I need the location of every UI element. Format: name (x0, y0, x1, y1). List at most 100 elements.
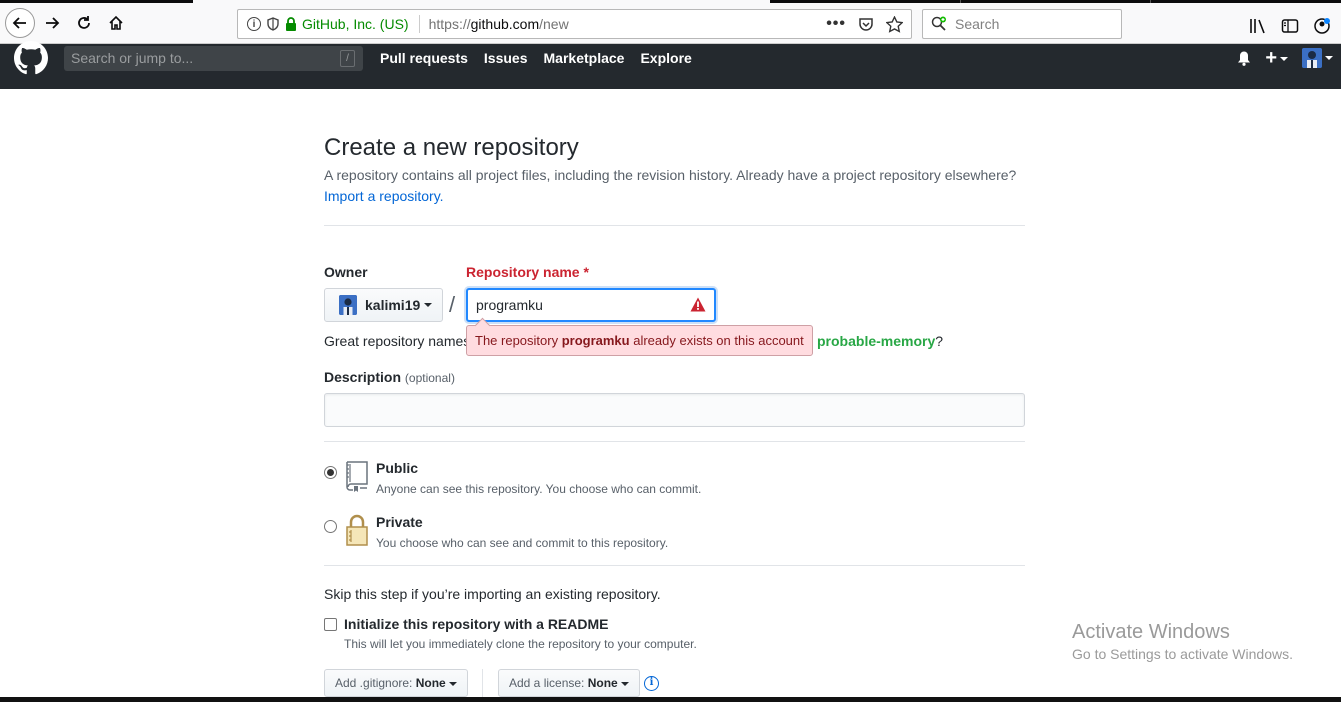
reload-icon (78, 16, 90, 29)
url-divider (418, 15, 420, 33)
avatar (339, 295, 357, 315)
owner-repo-separator: / (449, 292, 456, 317)
select-divider (482, 669, 483, 697)
home-button[interactable] (102, 9, 130, 37)
activate-windows-watermark: Activate Windows Go to Settings to activ… (1072, 621, 1293, 662)
lock-icon (346, 514, 368, 546)
license-prefix: Add a license: (509, 676, 588, 690)
watermark-title: Activate Windows (1072, 621, 1230, 643)
home-icon (109, 15, 123, 30)
description-label: Description (optional) (324, 369, 455, 385)
readme-description: This will let you immediately clone the … (344, 637, 697, 651)
repository-name-suggestion[interactable]: probable-memory? (817, 333, 943, 349)
plus-icon: + (1265, 47, 1277, 69)
bookmark-star-icon[interactable] (886, 15, 903, 33)
github-header: Search or jump to... / Pull requests Iss… (0, 41, 1341, 89)
pocket-icon[interactable] (858, 16, 874, 32)
url-actions: ••• (826, 10, 903, 38)
avatar (1302, 48, 1322, 68)
more-actions-icon[interactable]: ••• (826, 15, 846, 33)
license-value: None (587, 676, 618, 690)
description-input[interactable] (324, 393, 1025, 427)
owner-name: kalimi19 (365, 297, 421, 313)
github-search-input[interactable]: Search or jump to... / (64, 46, 363, 71)
license-select[interactable]: Add a license: None (498, 669, 640, 697)
search-engine-icon (931, 16, 946, 31)
site-identity[interactable]: GitHub, Inc. (US) (302, 16, 409, 32)
owner-label: Owner (324, 264, 368, 280)
github-header-right: + (1237, 48, 1333, 68)
gitignore-select[interactable]: Add .gitignore: None (324, 669, 468, 697)
shield-icon[interactable] (267, 17, 279, 31)
public-title[interactable]: Public (376, 460, 418, 476)
description-label-text: Description (324, 369, 402, 385)
toolbar-right-icons (1249, 17, 1331, 35)
reload-button[interactable] (70, 9, 98, 37)
page-title: Create a new repository (324, 134, 579, 161)
nav-issues[interactable]: Issues (484, 50, 528, 66)
readme-checkbox[interactable] (324, 618, 337, 631)
gitignore-value: None (415, 676, 446, 690)
alert-icon (690, 297, 706, 312)
search-shortcut-hint: / (340, 50, 355, 67)
repository-name-input[interactable]: programku (466, 288, 716, 322)
optional-hint: (optional) (404, 371, 455, 385)
import-repository-link[interactable]: Import a repository. (324, 188, 444, 204)
private-title[interactable]: Private (376, 514, 423, 530)
error-prefix: The repository (475, 333, 562, 348)
bell-icon[interactable] (1237, 50, 1251, 66)
repo-icon (346, 461, 368, 492)
page-subhead: A repository contains all project files,… (324, 167, 1017, 183)
chevron-down-icon (448, 681, 457, 686)
browser-toolbar: i GitHub, Inc. (US) https://github.com/n… (0, 3, 1341, 44)
private-description: You choose who can see and commit to thi… (376, 536, 669, 550)
gitignore-prefix: Add .gitignore: (335, 676, 416, 690)
private-radio[interactable] (324, 520, 337, 533)
lock-icon[interactable] (285, 17, 297, 31)
error-suffix: already exists on this account (629, 333, 804, 348)
divider (324, 441, 1025, 442)
suggestion-suffix: ? (935, 333, 944, 349)
public-radio[interactable] (324, 466, 337, 479)
nav-marketplace[interactable]: Marketplace (544, 50, 625, 66)
nav-pull-requests[interactable]: Pull requests (380, 50, 468, 66)
url-protocol: https:// (428, 16, 471, 32)
chevron-down-icon (1280, 56, 1288, 61)
repository-name-hint: Great repository names (324, 333, 471, 349)
readme-label[interactable]: Initialize this repository with a README (344, 616, 608, 632)
info-icon[interactable]: i (247, 17, 261, 31)
info-icon[interactable]: i (644, 676, 659, 691)
skip-step-text: Skip this step if you’re importing an ex… (324, 586, 661, 602)
chevron-down-icon (1325, 56, 1333, 60)
repository-exists-error: The repository programku already exists … (466, 325, 813, 356)
back-button[interactable] (5, 8, 35, 38)
url-bar[interactable]: i GitHub, Inc. (US) https://github.com/n… (237, 9, 912, 39)
divider (324, 565, 1025, 566)
owner-select[interactable]: kalimi19 (324, 288, 443, 322)
github-search-placeholder: Search or jump to... (71, 50, 194, 66)
taskbar-edge (0, 697, 1341, 702)
url-path: /new (539, 16, 569, 32)
repository-name-value: programku (476, 297, 543, 313)
create-new-dropdown[interactable]: + (1265, 48, 1288, 68)
repository-name-label: Repository name * (466, 264, 589, 280)
github-nav: Pull requests Issues Marketplace Explore (380, 50, 692, 66)
screen: i GitHub, Inc. (US) https://github.com/n… (0, 0, 1341, 702)
user-menu-dropdown[interactable] (1302, 48, 1333, 68)
account-icon[interactable] (1313, 17, 1331, 35)
github-logo-icon[interactable] (14, 41, 48, 75)
divider (324, 225, 1025, 226)
sidebar-icon[interactable] (1281, 18, 1299, 34)
suggestion-name: probable-memory (817, 333, 936, 349)
arrow-left-icon (12, 17, 26, 29)
error-repo-name: programku (561, 333, 630, 348)
arrow-right-icon (46, 17, 60, 29)
chevron-down-icon (424, 303, 433, 307)
browser-search-placeholder: Search (955, 16, 1000, 32)
browser-search-box[interactable]: Search (922, 9, 1122, 39)
library-icon[interactable] (1249, 18, 1267, 34)
url-host: github.com (470, 16, 540, 32)
nav-explore[interactable]: Explore (640, 50, 691, 66)
watermark-subtitle: Go to Settings to activate Windows. (1072, 646, 1293, 662)
forward-button[interactable] (38, 9, 66, 37)
